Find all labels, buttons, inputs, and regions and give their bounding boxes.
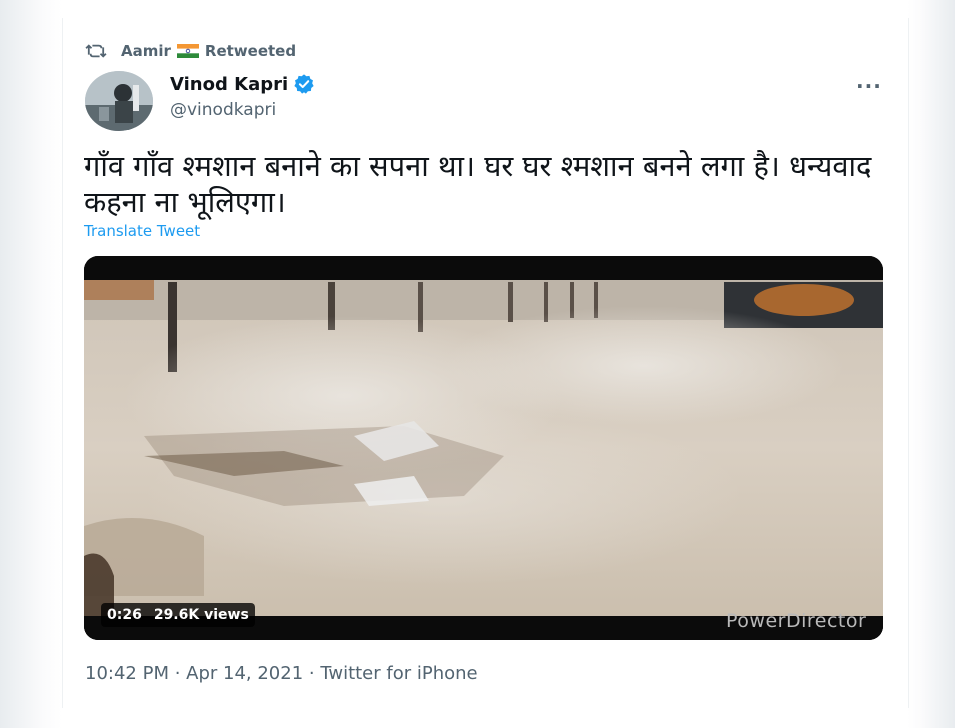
india-flag-icon bbox=[176, 44, 199, 58]
retweeted-label: Retweeted bbox=[204, 42, 297, 60]
retweet-context: Aamir Retweeted bbox=[85, 40, 296, 62]
video-views: 29.6K views bbox=[153, 607, 249, 623]
avatar[interactable] bbox=[85, 71, 153, 131]
video-player[interactable] bbox=[84, 256, 883, 640]
tweet-text: गाँव गाँव श्मशान बनाने का सपना था। घर घर… bbox=[84, 149, 872, 219]
right-backdrop bbox=[907, 0, 955, 728]
left-backdrop bbox=[0, 0, 62, 728]
translate-tweet-link[interactable]: Translate Tweet bbox=[84, 222, 200, 240]
verified-badge-icon bbox=[294, 74, 314, 94]
video-duration: 0:26 bbox=[107, 607, 142, 623]
avatar-image bbox=[85, 71, 153, 131]
author-handle[interactable]: @vinodkapri bbox=[170, 100, 276, 120]
video-watermark: PowerDirector bbox=[726, 610, 867, 632]
more-options-icon[interactable]: ··· bbox=[856, 74, 882, 98]
video-frame bbox=[84, 256, 883, 640]
author-name-row[interactable]: Vinod Kapri bbox=[170, 73, 315, 95]
video-stats-badge: 0:26 29.6K views bbox=[101, 603, 255, 627]
retweeter-name[interactable]: Aamir bbox=[121, 42, 171, 60]
tweet-timestamp[interactable]: 10:42 PM · Apr 14, 2021 · Twitter for iP… bbox=[85, 663, 478, 684]
author-name[interactable]: Vinod Kapri bbox=[170, 74, 288, 95]
retweet-icon bbox=[85, 44, 107, 58]
